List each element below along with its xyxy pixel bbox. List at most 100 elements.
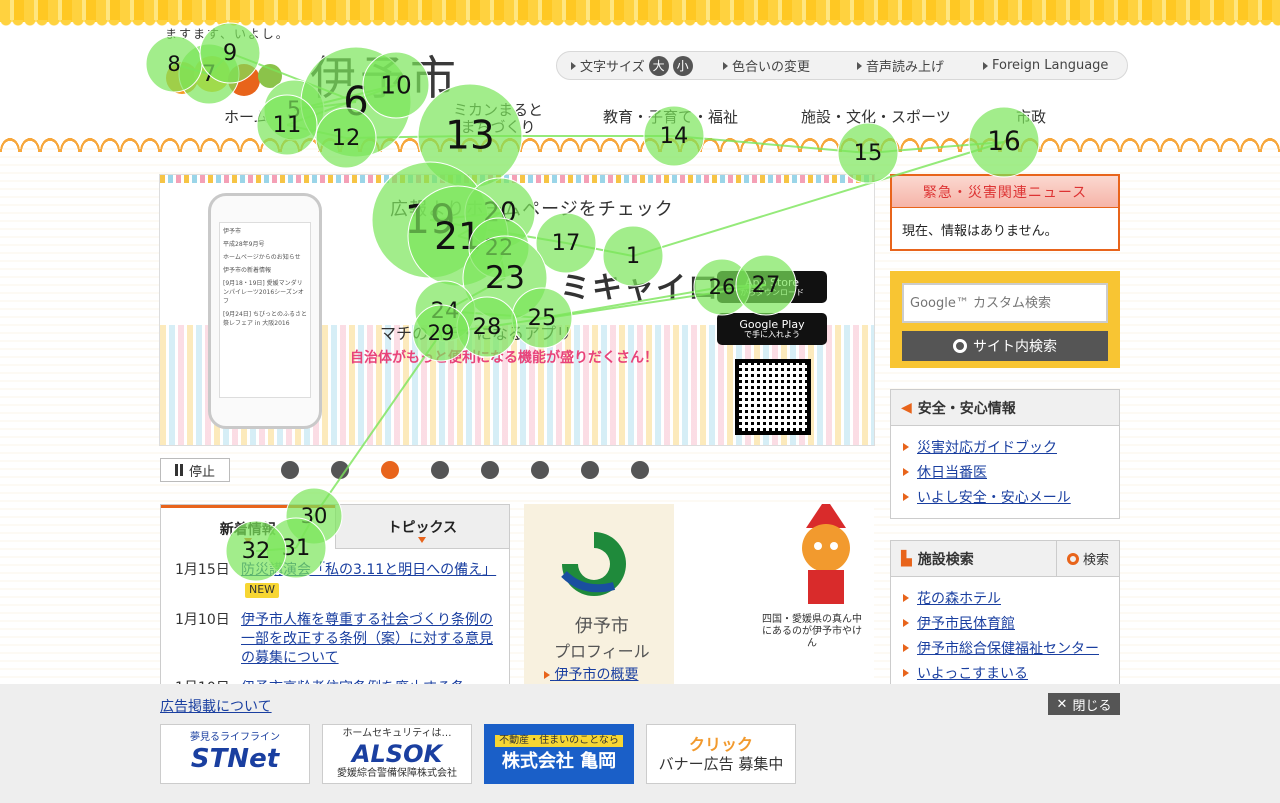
facility-link[interactable]: 花の森ホテル [917, 588, 1001, 608]
site-search-button[interactable]: サイト内検索 [902, 331, 1108, 361]
building-icon: ▙ [901, 550, 912, 567]
emergency-body: 現在、情報はありません。 [902, 224, 1058, 239]
safety-link[interactable]: いよし安全・安心メール [917, 487, 1071, 507]
font-size-control: 文字サイズ 大 小 [571, 55, 693, 76]
profile-title-line: 伊予市 [574, 616, 629, 637]
slider-page-dot[interactable] [531, 461, 549, 479]
font-size-label: 文字サイズ [580, 60, 645, 75]
ad-line: 株式会社 亀岡 [501, 751, 617, 773]
phone-line: [9月18・19日] 愛媛マンダリンパイレーツ2016シーズンオフ [223, 280, 304, 305]
news-date: 1月15日 [175, 562, 230, 578]
news-link[interactable]: 伊予市人権を尊重する社会づくり条例の一部を改正する条例（案）に対する意見の募集に… [241, 612, 493, 666]
profile-caption: 四国・愛媛県の真ん中にあるのが伊予市やけん [762, 614, 862, 649]
voice-reader-link[interactable]: 音声読み上げ [857, 56, 944, 75]
google-play-button[interactable]: Google Play で手に入れよう [717, 313, 827, 345]
facility-link[interactable]: 伊予市民体育館 [917, 613, 1015, 633]
slider-stop-label: 停止 [188, 464, 215, 480]
banner-dot-strip [160, 175, 874, 183]
list-item: 1月15日 防災講演会「私の3.11と明日への備え」 NEW [161, 561, 509, 599]
banner-headline: 広報よりホームページをチェック [390, 199, 674, 220]
close-label: 閉じる [1072, 698, 1112, 714]
search-input[interactable] [902, 283, 1108, 323]
triangle-icon [544, 671, 550, 679]
news-link[interactable]: 防災講演会「私の3.11と明日への備え」 [241, 562, 496, 578]
facility-link[interactable]: 伊予市総合保健福祉センター [917, 638, 1099, 658]
triangle-icon [857, 61, 862, 70]
slider-page-dot[interactable] [431, 461, 449, 479]
site-name: 伊予市 [310, 51, 460, 105]
ad-info-link[interactable]: 広告掲載について [160, 696, 272, 716]
list-item: 休日当番医 [903, 462, 1107, 482]
mascot-character-icon [802, 504, 850, 604]
search-icon [953, 339, 967, 353]
triangle-icon [571, 61, 576, 70]
slider-page-dot[interactable] [281, 461, 299, 479]
nav-town[interactable]: ミカンまるとまちづくり [448, 102, 548, 135]
facility-link[interactable]: いよっこすまいる [917, 663, 1028, 683]
triangle-icon [983, 61, 988, 70]
app-store-button[interactable]: App Store からダウンロード [717, 271, 827, 303]
triangle-icon [903, 644, 909, 652]
slider-page-dot[interactable] [331, 461, 349, 479]
close-icon: ✕ [1056, 696, 1068, 712]
color-change-label: 色合いの変更 [732, 60, 811, 75]
site-search-box: サイト内検索 [890, 271, 1120, 368]
close-ad-button[interactable]: ✕ 閉じる [1048, 693, 1120, 715]
font-small-button[interactable]: 小 [672, 55, 693, 76]
facility-search-button[interactable]: 検索 [1055, 541, 1119, 576]
tab-label: トピックス [387, 519, 458, 536]
news-panel: 新着情報 トピックス 1月15日 防災講演会「私の3.11と明日への備え」 NEW… [160, 504, 510, 696]
qr-code-icon [735, 359, 811, 435]
ad-banner-alsok[interactable]: ホームセキュリティは… ALSOK 愛媛綜合警備保障株式会社 [322, 724, 472, 784]
tab-label: 新着情報 [219, 521, 276, 538]
ad-banner-stnet[interactable]: 夢見るライフライン STNet [160, 724, 310, 784]
triangle-icon [903, 468, 909, 476]
foreign-language-link[interactable]: Foreign Language [983, 58, 1108, 73]
safety-info-box: ◀ 安全・安心情報 災害対応ガイドブック 休日当番医 いよし安全・安心メール [890, 389, 1120, 519]
triangle-icon [903, 493, 909, 501]
voice-reader-label: 音声読み上げ [866, 60, 945, 75]
safety-header: ◀ 安全・安心情報 [891, 390, 1119, 426]
global-nav: ホーム ミカンまるとまちづくり 教育・子育て・福祉 施設・文化・スポーツ 市政 [0, 100, 1280, 140]
facility-header: ▙ 施設検索 検索 [891, 541, 1119, 577]
phone-line: 伊予市の新着情報 [223, 267, 272, 274]
safety-link[interactable]: 災害対応ガイドブック [917, 437, 1057, 457]
list-item: 伊予市民体育館 [903, 613, 1107, 633]
new-badge: NEW [245, 582, 280, 598]
nav-city-admin[interactable]: 市政 [1016, 109, 1046, 126]
banner-subtitle: マチのハチ・になるアプリ [380, 324, 573, 343]
profile-link[interactable]: 伊予市の概要 [544, 664, 638, 684]
ad-banner-kameoka[interactable]: 不動産・住まいのことなら 株式会社 亀岡 [484, 724, 634, 784]
triangle-icon [903, 594, 909, 602]
phone-mockup: 伊予市 平成28年9月号 ホームページからのお知らせ 伊予市の新着情報 [9月1… [208, 193, 322, 429]
slider-page-dot[interactable] [631, 461, 649, 479]
profile-title-line: プロフィール [554, 642, 650, 661]
news-tabs: 新着情報 トピックス [161, 505, 509, 549]
emergency-news-box: 緊急・災害関連ニュース 現在、情報はありません。 [890, 174, 1120, 251]
main-banner-slide[interactable]: 伊予市 平成28年9月号 ホームページからのお知らせ 伊予市の新着情報 [9月1… [159, 174, 875, 446]
ad-line: 不動産・住まいのことなら [495, 735, 623, 748]
facility-search-label: 検索 [1082, 553, 1109, 568]
triangle-icon [903, 443, 909, 451]
nav-facilities[interactable]: 施設・文化・スポーツ [801, 109, 951, 126]
phone-line: 伊予市 [223, 228, 242, 235]
ad-line: バナー広告 募集中 [658, 754, 784, 773]
banner-app-name: ミキャイロ [560, 271, 720, 306]
google-play-sublabel: で手に入れよう [744, 329, 800, 339]
phone-line: ホームページからのお知らせ [223, 254, 301, 261]
slider-page-dot[interactable] [581, 461, 599, 479]
slider-page-dot[interactable] [481, 461, 499, 479]
app-store-label: App Store [744, 275, 800, 289]
font-large-button[interactable]: 大 [648, 55, 669, 76]
nav-education[interactable]: 教育・子育て・福祉 [603, 109, 738, 126]
slider-page-dot[interactable] [381, 461, 399, 479]
color-change-link[interactable]: 色合いの変更 [723, 56, 810, 75]
slider-stop-button[interactable]: 停止 [160, 458, 230, 482]
tab-new-info[interactable]: 新着情報 [161, 505, 335, 549]
ad-line: 愛媛綜合警備保障株式会社 [337, 768, 457, 780]
safety-link[interactable]: 休日当番医 [917, 462, 987, 482]
facility-title: 施設検索 [917, 551, 974, 568]
nav-home[interactable]: ホーム [224, 109, 269, 126]
ad-banner-recruit[interactable]: クリック バナー広告 募集中 [646, 724, 796, 784]
tab-topics[interactable]: トピックス [334, 505, 509, 549]
